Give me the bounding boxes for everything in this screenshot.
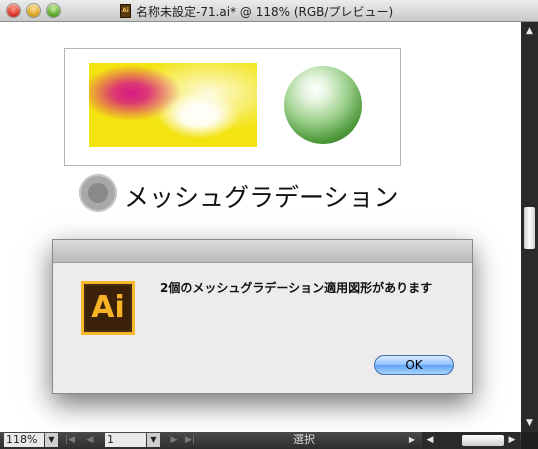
mesh-gradient-rectangle[interactable] — [89, 63, 257, 147]
scroll-down-icon[interactable]: ▼ — [521, 416, 538, 430]
last-artboard-icon[interactable]: ▶| — [184, 433, 196, 447]
status-mode-label[interactable]: 選択 — [206, 433, 402, 447]
horizontal-scrollbar[interactable]: ◀ ▶ — [422, 432, 520, 449]
scroll-left-icon[interactable]: ◀ — [424, 433, 436, 447]
logo-text: Ai — [84, 284, 132, 332]
window-titlebar: Ai 名称未設定-71.ai* @ 118% (RGB/プレビュー) — [0, 0, 538, 22]
dialog-message: 2個のメッシュグラデーション適用図形があります — [160, 281, 433, 295]
minimize-window-button[interactable] — [27, 4, 40, 17]
vertical-scrollbar[interactable]: ▲ ▼ — [521, 22, 538, 432]
illustrator-logo-icon: Ai — [81, 281, 135, 335]
document-icon: Ai — [120, 4, 131, 18]
first-artboard-icon[interactable]: |◀ — [64, 433, 76, 447]
previous-artboard-icon[interactable]: ◀ — [84, 433, 96, 447]
window-title: 名称未設定-71.ai* @ 118% (RGB/プレビュー) — [136, 5, 394, 19]
resize-corner[interactable] — [521, 432, 538, 449]
vertical-scroll-thumb[interactable] — [524, 207, 535, 249]
scroll-up-icon[interactable]: ▲ — [521, 24, 538, 38]
status-bar: 118% ▼ |◀ ◀ 1 ▼ ▶ ▶| 選択 ▶ ◀ ▶ — [0, 432, 538, 449]
zoom-level-field[interactable]: 118% — [4, 433, 44, 447]
scroll-right-icon[interactable]: ▶ — [506, 433, 518, 447]
canvas-heading: メッシュグラデーション — [124, 183, 399, 212]
alert-dialog: Ai 2個のメッシュグラデーション適用図形があります OK — [52, 239, 473, 394]
close-window-button[interactable] — [7, 4, 20, 17]
zoom-dropdown-icon[interactable]: ▼ — [45, 433, 58, 447]
gray-circle-icon — [79, 174, 117, 212]
dialog-titlebar — [53, 240, 472, 263]
next-artboard-icon[interactable]: ▶ — [168, 433, 180, 447]
ok-button[interactable]: OK — [374, 355, 454, 375]
artboard-number-field[interactable]: 1 — [105, 433, 146, 447]
status-menu-icon[interactable]: ▶ — [405, 433, 419, 447]
zoom-window-button[interactable] — [47, 4, 60, 17]
artboard-dropdown-icon[interactable]: ▼ — [147, 433, 160, 447]
horizontal-scroll-thumb[interactable] — [462, 435, 504, 446]
mesh-gradient-sphere[interactable] — [284, 66, 362, 144]
